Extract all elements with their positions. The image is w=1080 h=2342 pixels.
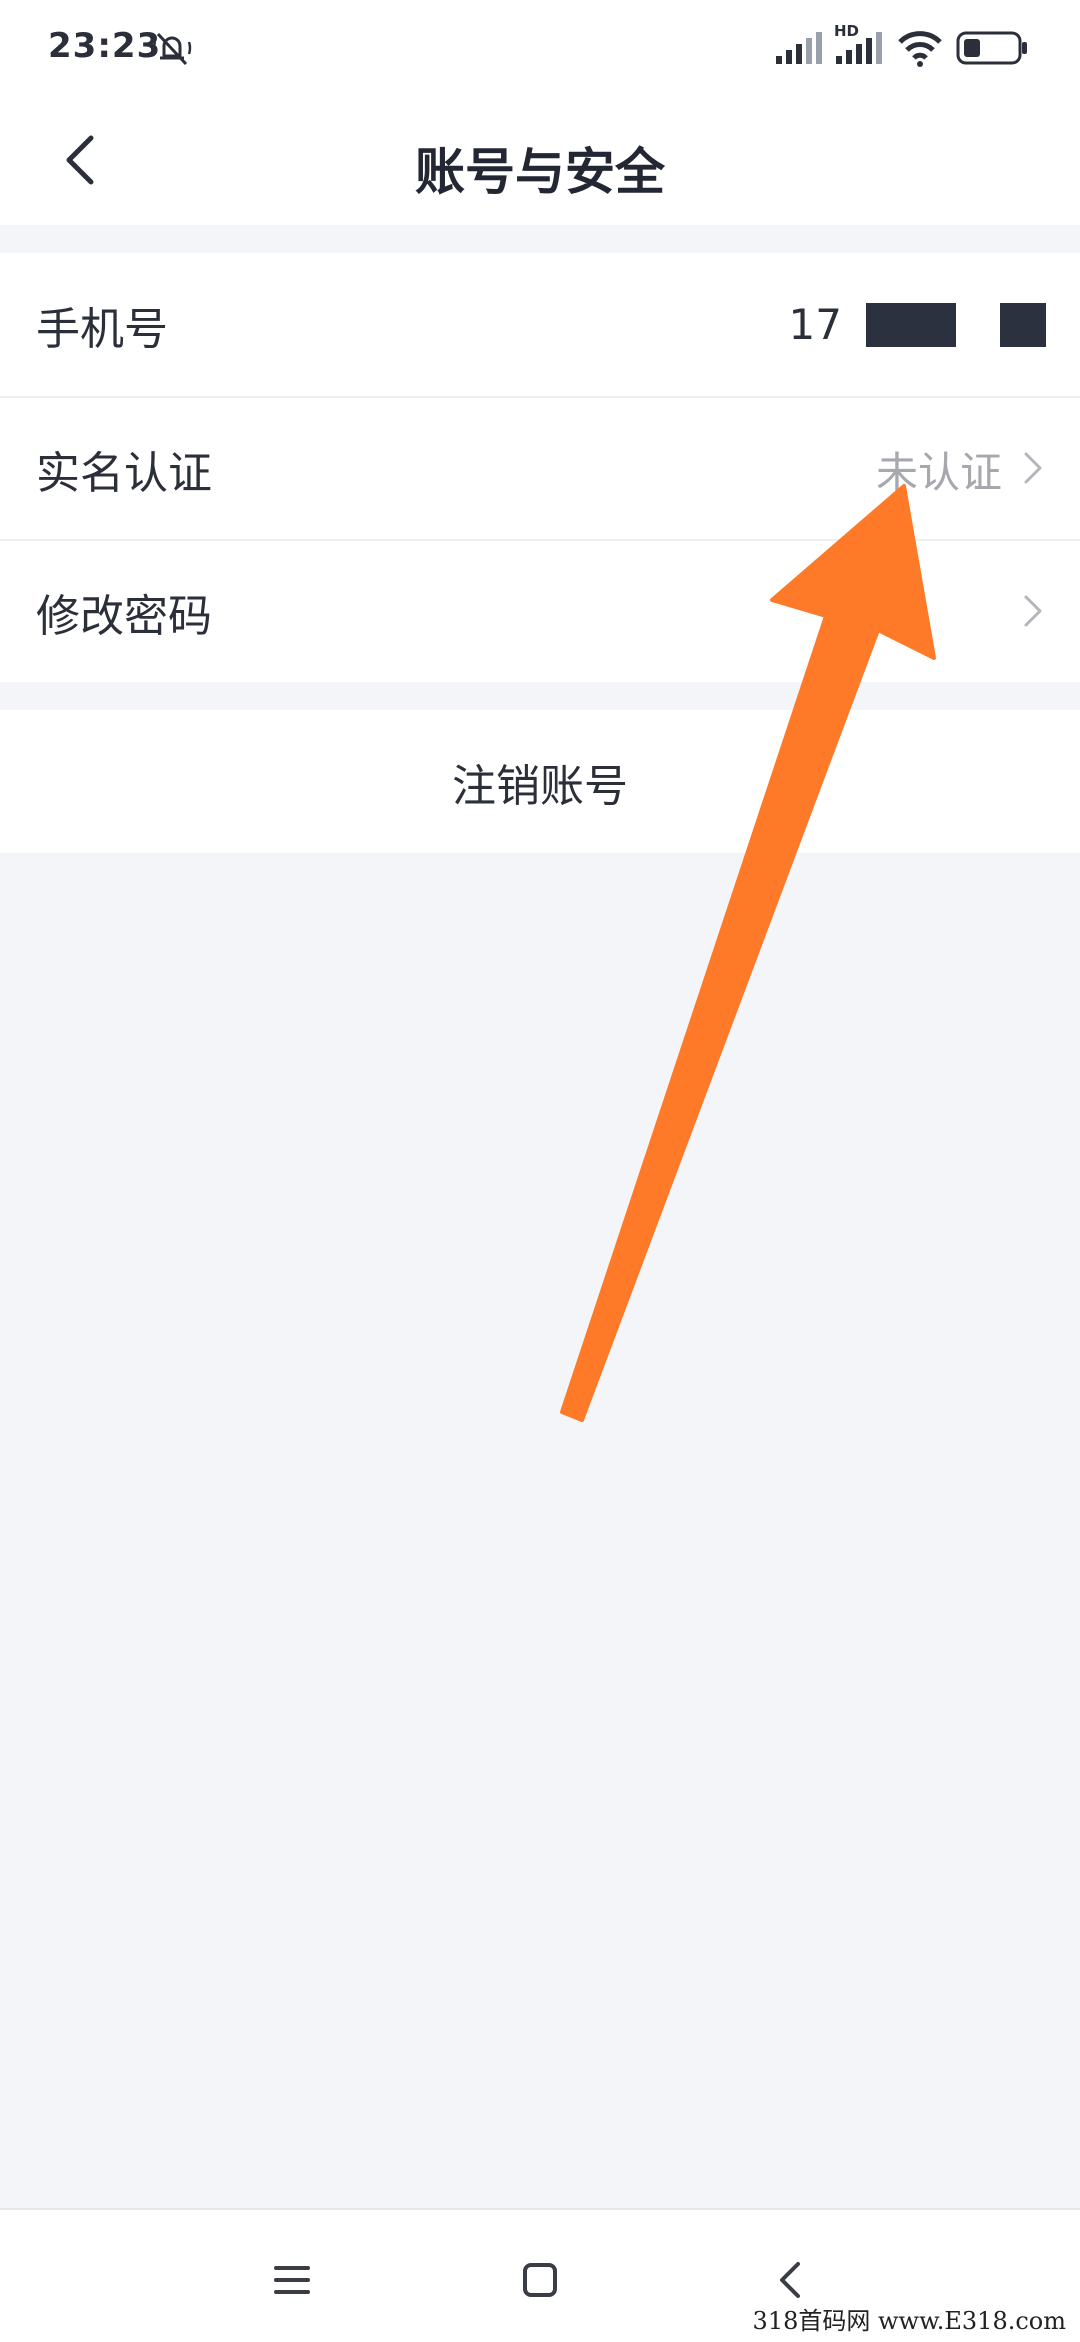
mute-icon <box>152 28 192 72</box>
nav-bar: 账号与安全 <box>0 100 1080 225</box>
signal-icon <box>774 32 824 70</box>
watermark: 318首码网 www.E318.com <box>746 2299 1072 2338</box>
wifi-icon <box>896 28 944 72</box>
verification-status: 未认证 <box>875 448 1002 497</box>
chevron-right-icon <box>1022 593 1044 633</box>
logout-section: 注销账号 <box>0 710 1080 853</box>
hd-label: HD <box>834 22 860 40</box>
change-password-row[interactable]: 修改密码 <box>0 539 1080 682</box>
menu-icon[interactable] <box>262 2250 322 2310</box>
settings-list: 手机号 17 实名认证 未认证 修改密码 <box>0 253 1080 682</box>
home-square-icon[interactable] <box>510 2250 570 2310</box>
signal-hd-icon: HD <box>834 22 884 66</box>
chevron-right-icon <box>1022 450 1044 490</box>
page-title: 账号与安全 <box>415 143 665 201</box>
redaction-block <box>1000 302 1046 347</box>
phone-number-row[interactable]: 手机号 17 <box>0 253 1080 396</box>
real-name-verification-row[interactable]: 实名认证 未认证 <box>0 396 1080 539</box>
battery-icon <box>956 30 1028 70</box>
system-nav-bar: 318首码网 www.E318.com <box>0 2208 1080 2342</box>
change-password-label: 修改密码 <box>36 590 212 642</box>
phone-number-label: 手机号 <box>36 303 168 355</box>
redaction-block <box>866 302 956 347</box>
status-time: 23:23 <box>48 26 162 66</box>
status-bar: 23:23 HD <box>0 0 1080 100</box>
real-name-verification-label: 实名认证 <box>36 447 212 499</box>
deactivate-account-button[interactable]: 注销账号 <box>0 710 1080 853</box>
phone-number-value: 17 <box>788 300 842 349</box>
